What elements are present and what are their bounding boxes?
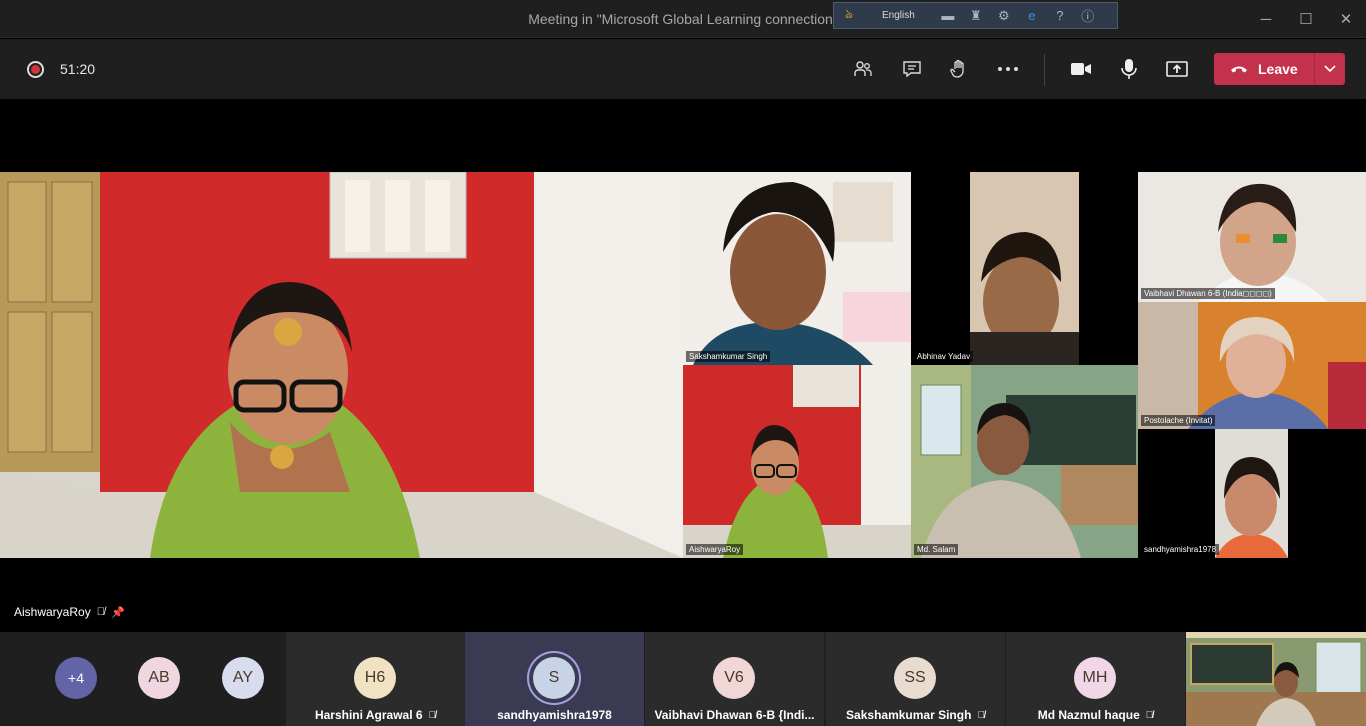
recording-icon [27, 61, 44, 78]
tile-name: Sakshamkumar Singh [686, 351, 771, 362]
participants-icon [854, 61, 872, 76]
participant-tile[interactable]: V6 Vaibhavi Dhawan 6-B {Indi... [645, 632, 824, 726]
video-tile[interactable]: sandhyamishra1978 [1138, 429, 1366, 558]
mic-muted-icon: 🎙̸ [1145, 709, 1154, 721]
close-button[interactable]: ✕ [1326, 0, 1366, 38]
participant-name: Md Nazmul haque [1037, 708, 1140, 722]
more-actions-button[interactable] [993, 54, 1023, 84]
meeting-timer: 51:20 [60, 61, 96, 77]
avatar-initials: MH [1082, 669, 1108, 686]
more-icon [998, 67, 1018, 71]
video-tile-image [1215, 429, 1288, 558]
video-tile-image [683, 365, 911, 558]
avatar: H6 [354, 657, 396, 699]
browser-icon[interactable]: e [1023, 7, 1041, 25]
participants-button[interactable] [848, 54, 878, 84]
tile-name: sandhyamishra1978 [1141, 544, 1220, 555]
video-tile-image [683, 172, 911, 365]
info-icon[interactable]: ⓘ [1079, 7, 1097, 25]
chat-button[interactable] [897, 54, 927, 84]
avatar: SS [894, 657, 936, 699]
overflow-avatar[interactable]: +4 [55, 657, 97, 699]
participant-tile[interactable]: H6 Harshini Agrawal 6 🎙̸ [286, 632, 465, 726]
main-video[interactable] [0, 172, 683, 558]
microphone-icon [1121, 59, 1137, 79]
window-title: Meeting in "Microsoft Global Learning co… [528, 11, 838, 27]
camera-icon [1071, 63, 1091, 75]
main-speaker-name: AishwaryaRoy [14, 605, 91, 619]
self-view-video[interactable] [1186, 632, 1366, 726]
participant-name: Vaibhavi Dhawan 6-B {Indi... [654, 708, 815, 722]
video-tile[interactable]: Postolache (Invitat) [1138, 302, 1366, 429]
avatar[interactable]: AB [138, 657, 180, 699]
leave-button[interactable]: Leave [1214, 53, 1314, 85]
participant-name: sandhyamishra1978 [497, 708, 612, 722]
participant-tile[interactable]: MH Md Nazmul haque 🎙̸ [1006, 632, 1185, 726]
video-stage: Sakshamkumar Singh Abhinav Yadav Vaibhav… [0, 172, 1366, 558]
participant-tile[interactable]: SS Sakshamkumar Singh 🎙̸ [826, 632, 1005, 726]
avatar: V6 [713, 657, 755, 699]
toolbar-divider [1044, 54, 1045, 86]
raise-hand-button[interactable] [944, 54, 974, 84]
avatar-initials: AB [148, 669, 170, 686]
language-label[interactable]: English [882, 10, 915, 21]
main-speaker-label: AishwaryaRoy 🎙̸ 📌 [14, 605, 125, 619]
avatar: MH [1074, 657, 1116, 699]
mic-muted-icon: 🎙̸ [977, 709, 985, 721]
camera-button[interactable] [1066, 54, 1096, 84]
maximize-button[interactable]: ☐ [1286, 0, 1326, 38]
tile-name: Abhinav Yadav [914, 351, 974, 362]
leave-label: Leave [1258, 61, 1298, 77]
main-video-image [0, 172, 683, 558]
video-tile[interactable]: Vaibhavi Dhawan 6-B (India◻◻◻◻) [1138, 172, 1366, 302]
mic-muted-icon: 🎙̸ [428, 709, 437, 721]
chat-icon [903, 61, 921, 78]
ime-icon[interactable]: ঌ [840, 6, 858, 25]
avatar-initials: H6 [364, 669, 386, 686]
language-bar[interactable]: ঌ English ▬ ♜ ⚙ e ? ⓘ [833, 2, 1118, 29]
leave-options-button[interactable] [1314, 53, 1345, 85]
tile-name: AishwaryaRoy [686, 544, 744, 555]
video-tile[interactable]: AishwaryaRoy [683, 365, 911, 558]
tile-name: Md. Salam [914, 544, 959, 555]
overflow-count: +4 [68, 670, 84, 686]
microphone-button[interactable] [1114, 54, 1144, 84]
video-tile-image [970, 172, 1079, 365]
pin-icon[interactable]: 📌 [111, 606, 125, 619]
video-tile[interactable]: Md. Salam [911, 365, 1138, 558]
keyboard-icon[interactable]: ▬ [939, 7, 957, 25]
participant-name: Sakshamkumar Singh [846, 708, 972, 722]
hand-icon [950, 59, 964, 78]
video-tile[interactable]: Abhinav Yadav [911, 172, 1138, 365]
avatar-initials: S [548, 669, 560, 686]
share-screen-button[interactable] [1162, 54, 1192, 84]
mic-muted-icon: 🎙̸ [96, 606, 105, 618]
tile-name: Postolache (Invitat) [1141, 415, 1216, 426]
participant-tile[interactable]: S sandhyamishra1978 [465, 632, 644, 726]
avatar[interactable]: AY [222, 657, 264, 699]
handwriting-icon[interactable]: ♜ [967, 7, 985, 25]
participant-strip: +4 AB AY H6 Harshini Agrawal 6 🎙̸ S sandh… [0, 632, 1366, 726]
avatar-initials: AY [232, 669, 254, 686]
video-tile-image [911, 365, 1138, 558]
participant-name: Harshini Agrawal 6 [314, 708, 423, 722]
video-tile-image [1138, 172, 1366, 302]
video-tile[interactable]: Sakshamkumar Singh [683, 172, 911, 365]
tile-name: Vaibhavi Dhawan 6-B (India◻◻◻◻) [1141, 288, 1275, 299]
help-icon[interactable]: ? [1051, 7, 1069, 25]
hangup-icon [1231, 66, 1247, 73]
avatar-initials: V6 [724, 669, 744, 686]
settings-icon[interactable]: ⚙ [995, 7, 1013, 25]
chevron-down-icon [1324, 65, 1336, 73]
self-view-image [1186, 632, 1366, 726]
share-icon [1166, 61, 1188, 77]
minimize-button[interactable]: ─ [1246, 0, 1286, 38]
avatar-initials: SS [904, 669, 926, 686]
leave-button-group: Leave [1214, 53, 1345, 85]
meeting-toolbar: 51:20 Leave [0, 39, 1366, 99]
avatar: S [533, 657, 575, 699]
title-bar: Meeting in "Microsoft Global Learning co… [0, 0, 1366, 38]
video-tile-image [1138, 302, 1366, 429]
